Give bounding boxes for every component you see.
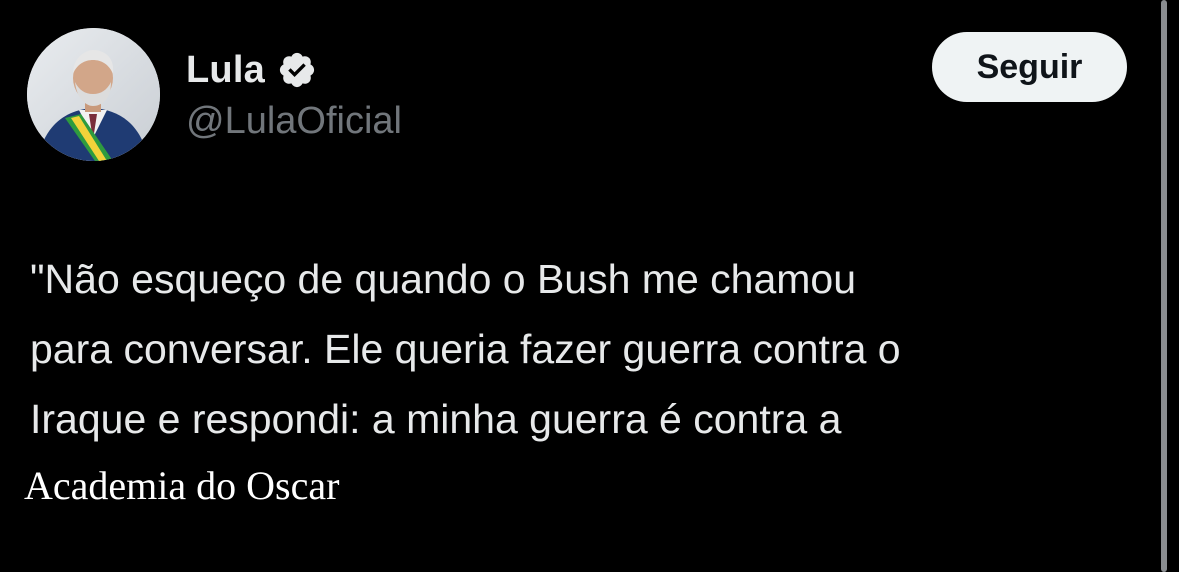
tweet-line: Iraque e respondi: a minha guerra é cont… bbox=[30, 396, 842, 442]
scrollbar[interactable] bbox=[1161, 0, 1167, 572]
tweet-line: para conversar. Ele queria fazer guerra … bbox=[30, 326, 901, 372]
profile-photo bbox=[27, 28, 160, 161]
display-name[interactable]: Lula bbox=[186, 49, 265, 92]
overlay-caption: Academia do Oscar bbox=[24, 463, 340, 508]
verified-badge-icon bbox=[279, 52, 315, 88]
user-handle[interactable]: @LulaOficial bbox=[186, 100, 402, 143]
author-name-row: Lula bbox=[186, 47, 317, 93]
tweet-text: "Não esqueço de quando o Bush me chamou … bbox=[30, 244, 1140, 454]
tweet-line: "Não esqueço de quando o Bush me chamou bbox=[30, 256, 857, 302]
avatar[interactable] bbox=[27, 28, 160, 161]
follow-button[interactable]: Seguir bbox=[932, 32, 1127, 102]
